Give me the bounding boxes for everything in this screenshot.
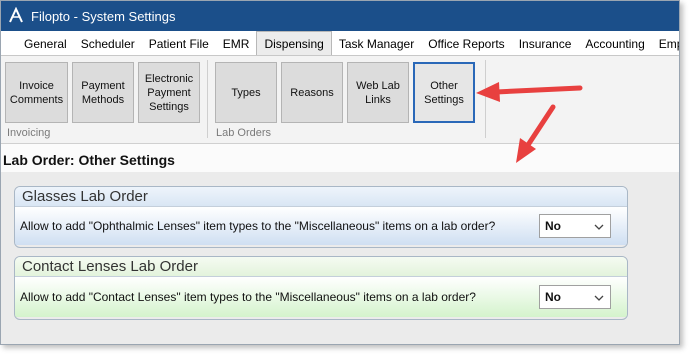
glasses-lab-order-panel: Glasses Lab Order Allow to add "Ophthalm… [14, 186, 628, 248]
tab-patient-file[interactable]: Patient File [142, 33, 216, 55]
other-settings-button[interactable]: Other Settings [413, 62, 475, 123]
types-label: Types [231, 86, 261, 99]
menu-bar: General Scheduler Patient File EMR Dispe… [1, 31, 679, 56]
ribbon-divider [207, 60, 208, 138]
payment-methods-button[interactable]: Payment Methods [72, 62, 134, 123]
tab-dispensing[interactable]: Dispensing [256, 31, 332, 55]
window-title: Filopto - System Settings [31, 8, 176, 24]
invoice-comments-button[interactable]: Invoice Comments [5, 62, 68, 123]
panel-title: Contact Lenses Lab Order [15, 257, 627, 277]
tab-general[interactable]: General [17, 33, 74, 55]
invoice-comments-label: Invoice Comments [9, 79, 64, 106]
tab-emr[interactable]: EMR [216, 33, 257, 55]
ribbon-divider [485, 60, 486, 138]
contact-lenses-dropdown[interactable]: No [539, 285, 611, 309]
contact-lenses-question: Allow to add "Contact Lenses" item types… [20, 290, 476, 304]
types-button[interactable]: Types [215, 62, 277, 123]
title-bar: Filopto - System Settings [1, 1, 679, 31]
web-lab-links-label: Web Lab Links [356, 79, 400, 106]
other-settings-label: Other Settings [424, 79, 464, 106]
reasons-label: Reasons [290, 86, 334, 99]
web-lab-links-button[interactable]: Web Lab Links [347, 62, 409, 123]
panel-body: Allow to add "Ophthalmic Lenses" item ty… [15, 207, 627, 245]
electronic-payment-settings-button[interactable]: Electronic Payment Settings [138, 62, 200, 123]
tab-task-manager[interactable]: Task Manager [332, 33, 421, 55]
settings-window: Filopto - System Settings General Schedu… [0, 0, 680, 345]
panel-body: Allow to add "Contact Lenses" item types… [15, 277, 627, 317]
dropdown-value: No [545, 219, 561, 233]
tab-accounting[interactable]: Accounting [578, 33, 651, 55]
panel-title: Glasses Lab Order [15, 187, 627, 207]
chevron-down-icon [594, 224, 604, 230]
tab-scheduler[interactable]: Scheduler [74, 33, 142, 55]
tab-insurance[interactable]: Insurance [512, 33, 579, 55]
tab-employees[interactable]: Emplo [652, 33, 679, 55]
contact-lenses-lab-order-panel: Contact Lenses Lab Order Allow to add "C… [14, 256, 628, 320]
chevron-down-icon [594, 295, 604, 301]
page-title: Lab Order: Other Settings [3, 152, 175, 168]
reasons-button[interactable]: Reasons [281, 62, 343, 123]
lab-orders-group-label: Lab Orders [216, 127, 272, 139]
tab-office-reports[interactable]: Office Reports [421, 33, 511, 55]
filopto-logo-icon [9, 7, 23, 23]
electronic-payment-settings-label: Electronic Payment Settings [144, 72, 194, 113]
payment-methods-label: Payment Methods [81, 79, 125, 106]
ophthalmic-lenses-question: Allow to add "Ophthalmic Lenses" item ty… [20, 219, 496, 233]
dropdown-value: No [545, 290, 561, 304]
ophthalmic-lenses-dropdown[interactable]: No [539, 214, 611, 238]
invoicing-group-label: Invoicing [7, 127, 51, 139]
ribbon-toolbar: Invoice Comments Payment Methods Electro… [1, 56, 679, 144]
settings-content: Glasses Lab Order Allow to add "Ophthalm… [1, 172, 679, 344]
